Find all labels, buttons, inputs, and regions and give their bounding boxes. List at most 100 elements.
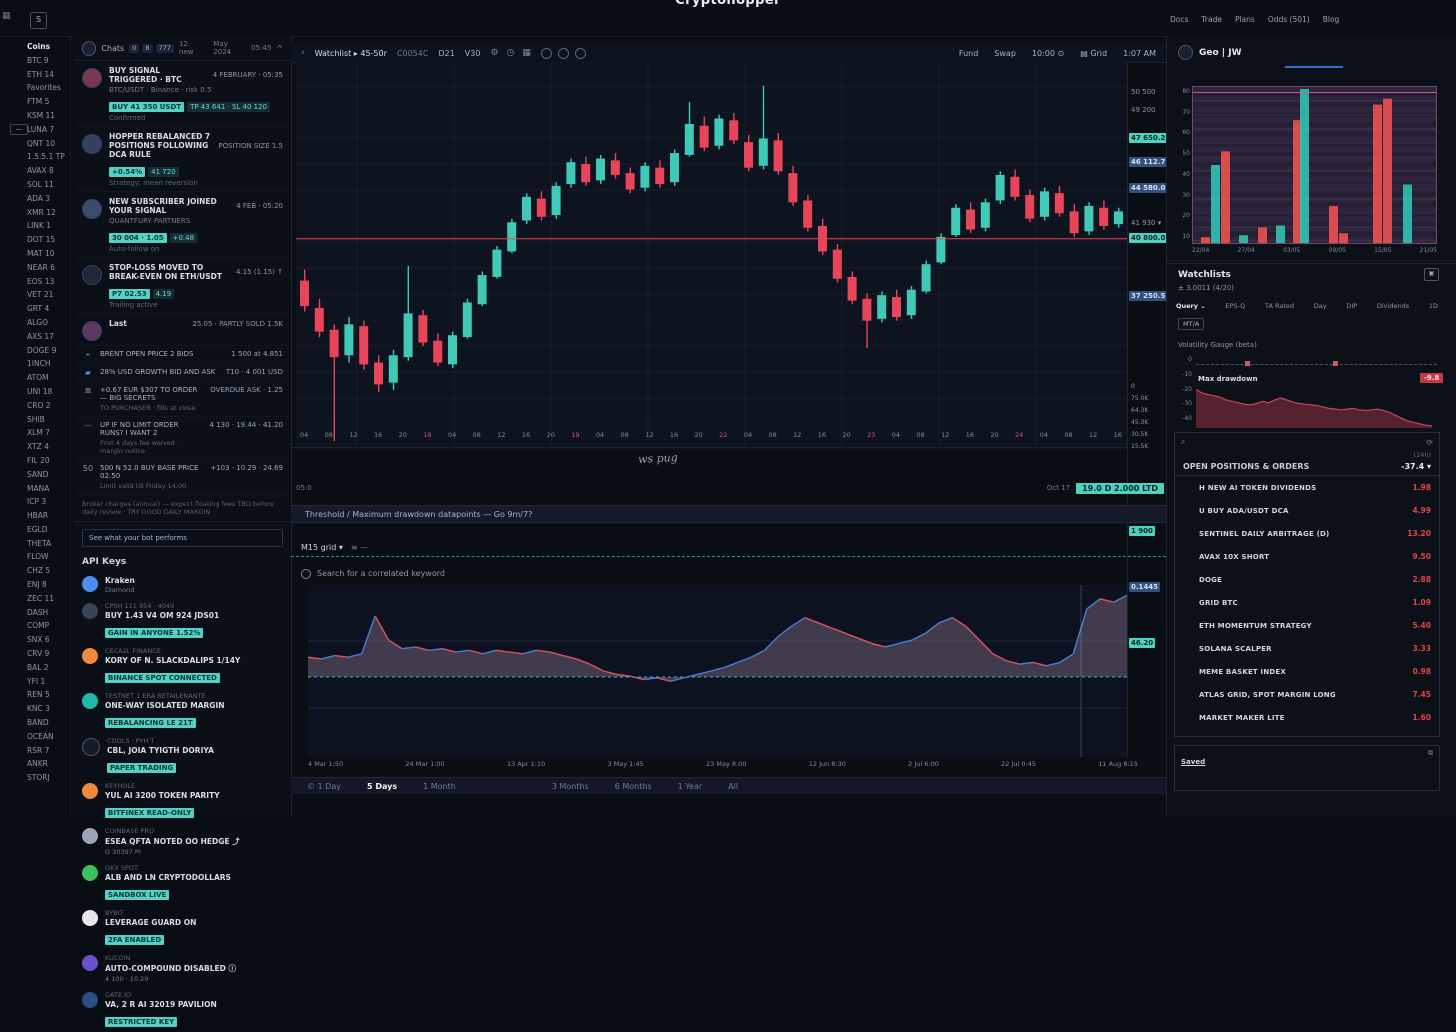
sidebar-item[interactable]: CHZ 5 — [27, 564, 73, 578]
feed-chip[interactable]: TP 43 641 · SL 40 120 — [187, 102, 270, 112]
candlestick-chart[interactable] — [296, 62, 1127, 454]
table-search-icon[interactable]: ⌕ — [1181, 437, 1185, 447]
feed-compact-row[interactable]: ≣+0.67 EUR $307 TO ORDER — BIG SECRETSTO… — [74, 382, 291, 417]
table-col-pl[interactable]: -37.4 ▾ — [1401, 462, 1431, 471]
range-button[interactable]: 5 Days — [367, 782, 397, 791]
sidebar-item[interactable]: YFI 1 — [27, 675, 73, 689]
sidebar-item[interactable]: 1.5.5.1 TP — [27, 150, 73, 164]
toolbar-right-item[interactable]: 1:07 AM — [1123, 49, 1156, 58]
sidebar-item[interactable]: MAT 10 — [27, 247, 73, 261]
feed-compact-row[interactable]: —UP IF NO LIMIT ORDER RUNS? I WANT 2Firs… — [74, 417, 291, 460]
notes-box[interactable]: ⧉ Saved — [1174, 745, 1440, 791]
feed-item[interactable]: HOPPER REBALANCED 7 POSITIONS FOLLOWING … — [74, 127, 291, 192]
api-key-item[interactable]: COOLS · PYH TCBL, JOIA TYIGTH DORIYAPAPE… — [74, 733, 291, 778]
sidebar-item[interactable]: SNX 6 — [27, 633, 73, 647]
sidebar-item[interactable]: THETA — [27, 537, 73, 551]
sidebar-item[interactable]: BTC 9 — [27, 54, 73, 68]
api-key-item[interactable]: KEYHOLEYUL AI 3200 TOKEN PARITYBITFINEX … — [74, 778, 291, 823]
table-col-positions[interactable]: OPEN POSITIONS & ORDERS — [1183, 462, 1309, 471]
table-row[interactable]: AVAX 10X SHORT9.50 — [1175, 545, 1439, 568]
sidebar-item[interactable]: CRO 2 — [27, 399, 73, 413]
range-button[interactable]: All — [728, 782, 738, 791]
right-panel-header[interactable]: Geo | JW — [1178, 45, 1242, 60]
sidebar-item[interactable]: NEAR 6 — [27, 261, 73, 275]
watchlist-tab[interactable]: TA Rated — [1265, 302, 1294, 310]
table-refresh-icon[interactable]: ⟳ — [1426, 438, 1433, 447]
table-row[interactable]: U BUY ADA/USDT DCA4.99 — [1175, 499, 1439, 522]
top-link[interactable]: Blog — [1323, 15, 1340, 24]
api-key-item[interactable]: COINBASE PROESEA QFTA NOTED OO HEDGE ⤴O … — [74, 823, 291, 860]
gauge-marker[interactable] — [1333, 361, 1338, 366]
feed-compact-row[interactable]: ⌁BRENT OPEN PRICE 2 BIDS1 500 at 4.851 — [74, 346, 291, 364]
api-key-item[interactable]: CPSH 111 954 · 4049BUY 1.43 V4 OM 924 JD… — [74, 598, 291, 643]
toolbar-right-item[interactable]: ▤ Grid — [1080, 49, 1107, 58]
timeframe-button[interactable]: V30 — [465, 49, 481, 58]
sidebar-item[interactable]: SOL 11 — [27, 178, 73, 192]
sidebar-item[interactable]: ZEC 11 — [27, 592, 73, 606]
circle-icon[interactable] — [575, 48, 586, 59]
feed-item[interactable]: Last25.05 · PARTLY SOLD 1.5K — [74, 314, 291, 346]
info-banner[interactable]: Threshold / Maximum drawdown datapoints … — [291, 505, 1166, 523]
feed-avatar[interactable] — [82, 41, 96, 56]
sidebar-item[interactable]: AVAX 8 — [27, 164, 73, 178]
watchlists-box-icon[interactable]: ▣ — [1424, 268, 1439, 281]
sidebar-item[interactable]: ADA 3 — [27, 192, 73, 206]
sidebar-item[interactable]: FTM 5 — [27, 95, 73, 109]
toolbar-right-item[interactable]: Fund — [959, 49, 978, 58]
sidebar-item[interactable]: BAL 2 — [27, 661, 73, 675]
strategy-note-box[interactable]: See what your bot performs — [82, 529, 283, 547]
table-row[interactable]: H NEW AI TOKEN DIVIDENDS1.98 — [1175, 476, 1439, 499]
sidebar-item[interactable]: AXS 17 — [27, 330, 73, 344]
sidebar-item[interactable]: CRV 9 — [27, 647, 73, 661]
mta-chip[interactable]: MT/A — [1178, 318, 1204, 330]
sidebar-item[interactable]: DOT 15 — [27, 233, 73, 247]
toolbar-icon[interactable]: ⚙ — [490, 48, 498, 58]
watchlist-tab[interactable]: EPS-Q — [1225, 302, 1245, 310]
sidebar-item[interactable]: LUNA 7 — [27, 123, 73, 137]
sidebar-item[interactable]: SHIB — [27, 413, 73, 427]
watchlist-tab[interactable]: Query ⌄ — [1176, 302, 1206, 310]
table-row[interactable]: GRID BTC1.09 — [1175, 591, 1439, 614]
toolbar-right-item[interactable]: Swap — [994, 49, 1016, 58]
feed-chip[interactable]: P7 02.53 — [109, 289, 150, 299]
sidebar-item[interactable]: LINK 1 — [27, 219, 73, 233]
feed-chip[interactable]: 30 004 · 1.05 — [109, 233, 167, 243]
sidebar-item[interactable]: DASH — [27, 606, 73, 620]
toolbar-right-item[interactable]: 10:00 ⊙ — [1032, 49, 1064, 58]
sidebar-item[interactable]: KSM 11 — [27, 109, 73, 123]
sidebar-item[interactable]: VET 21 — [27, 288, 73, 302]
sidebar-item[interactable]: ALGO — [27, 316, 73, 330]
sidebar-item[interactable]: REN 5 — [27, 688, 73, 702]
sidebar-item[interactable]: ENJ 8 — [27, 578, 73, 592]
sidebar-item[interactable]: UNI 18 — [27, 385, 73, 399]
watchlist-tab[interactable]: DIP — [1346, 302, 1357, 310]
table-row[interactable]: DOGE2.88 — [1175, 568, 1439, 591]
area-chart[interactable] — [308, 585, 1127, 761]
circle-icon[interactable] — [541, 48, 552, 59]
top-link[interactable]: Trade — [1201, 15, 1222, 24]
api-key-item[interactable]: GATE.IOVA, 2 R AI 32019 PAVILIONRESTRICT… — [74, 987, 291, 1032]
sidebar-item[interactable]: ATOM — [27, 371, 73, 385]
sidebar-item[interactable]: KNC 3 — [27, 702, 73, 716]
api-key-item[interactable]: BYBITLEVERAGE GUARD ON2FA ENABLED — [74, 905, 291, 950]
time-badge[interactable]: 19.0 D 2.000 LTD — [1076, 483, 1164, 494]
feed-chip[interactable]: 4.19 — [153, 289, 175, 299]
watchlist-tab[interactable]: Day — [1314, 302, 1327, 310]
volume-bar-chart[interactable] — [1192, 86, 1437, 244]
menu-collapse-icon[interactable]: — — [10, 124, 28, 135]
top-link[interactable]: Docs — [1170, 15, 1188, 24]
table-row[interactable]: ATLAS GRID, SPOT MARGIN LONG7.45 — [1175, 683, 1439, 706]
feed-item[interactable]: NEW SUBSCRIBER JOINED YOUR SIGNAL4 FEB ·… — [74, 192, 291, 258]
top-link[interactable]: Odds (501) — [1268, 15, 1310, 24]
sidebar-item[interactable]: BAND — [27, 716, 73, 730]
table-row[interactable]: SOLANA SCALPER3.33 — [1175, 637, 1439, 660]
table-row[interactable]: ETH MOMENTUM STRATEGY5.40 — [1175, 614, 1439, 637]
sidebar-item[interactable]: ICP 3 — [27, 495, 73, 509]
sidebar-item[interactable]: SAND — [27, 468, 73, 482]
sidebar-item[interactable]: MANA — [27, 482, 73, 496]
circle-icon[interactable] — [558, 48, 569, 59]
feed-item[interactable]: STOP-LOSS MOVED TO BREAK-EVEN ON ETH/USD… — [74, 258, 291, 314]
range-button[interactable]: © 1 Day — [307, 782, 341, 791]
collapse-chevron-icon[interactable]: ^ — [276, 44, 283, 53]
feed-chip[interactable]: +0.48 — [170, 233, 197, 243]
